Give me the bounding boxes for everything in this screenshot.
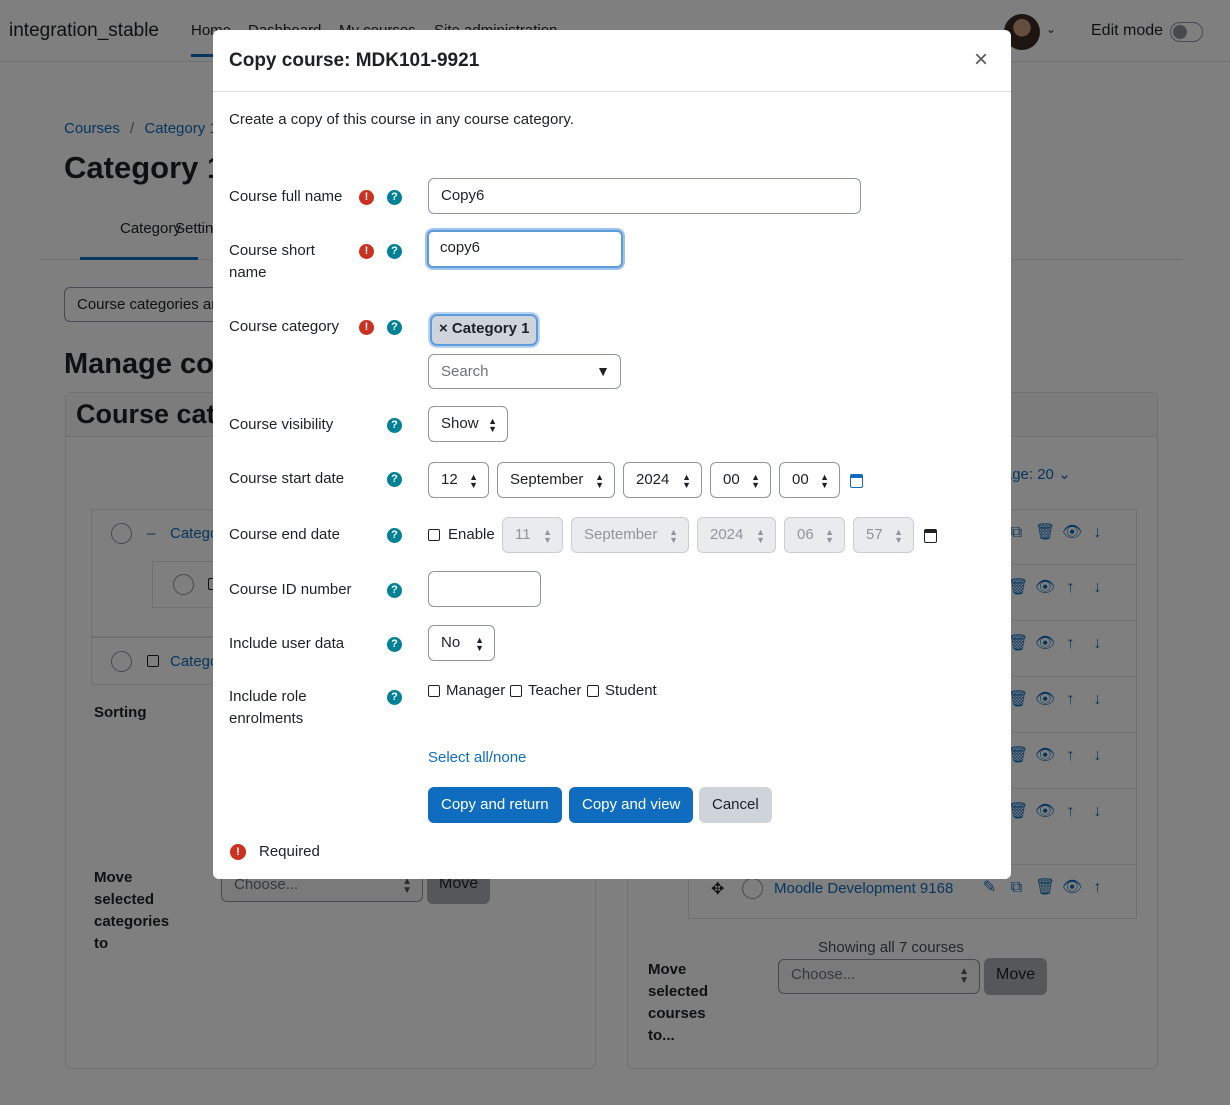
visibility-label: Course visibility <box>229 416 334 433</box>
help-icon[interactable]: ? <box>387 472 402 487</box>
help-icon[interactable]: ? <box>387 190 402 205</box>
cancel-button[interactable]: Cancel <box>699 787 772 823</box>
help-icon[interactable]: ? <box>387 690 402 705</box>
modal-intro: Create a copy of this course in any cour… <box>229 111 574 128</box>
select-arrows-icon: ▲▼ <box>756 527 765 545</box>
userdata-select[interactable]: No ▲ ▼ <box>428 625 495 661</box>
select-arrows-icon: ▲▼ <box>543 527 552 545</box>
select-arrows-icon: ▲▼ <box>488 416 497 434</box>
calendar-icon[interactable] <box>924 529 937 543</box>
start-minute-select[interactable]: 00 ▲ ▼ <box>779 462 840 498</box>
help-icon[interactable]: ? <box>387 418 402 433</box>
idnumber-input[interactable] <box>428 571 541 607</box>
role-student-checkbox[interactable] <box>587 685 599 697</box>
enable-label: Enable <box>448 526 495 543</box>
help-icon[interactable]: ? <box>387 637 402 652</box>
category-search-select[interactable]: Search ▼ <box>428 354 621 389</box>
required-icon: ! <box>359 190 374 205</box>
select-all-none-link[interactable]: Select all/none <box>428 749 526 766</box>
help-icon[interactable]: ? <box>387 320 402 335</box>
copy-and-return-button[interactable]: Copy and return <box>428 787 562 823</box>
selected-category-chip[interactable]: × Category 1 <box>430 314 539 346</box>
roles-label: Include role enrolments <box>229 688 307 727</box>
select-arrows-icon: ▲▼ <box>751 472 760 490</box>
visibility-select[interactable]: Show ▲ ▼ <box>428 406 508 442</box>
required-icon: ! <box>359 244 374 259</box>
required-legend: Required <box>259 843 320 860</box>
dropdown-arrow-icon: ▼ <box>596 363 610 379</box>
help-icon[interactable]: ? <box>387 528 402 543</box>
enable-enddate-checkbox[interactable] <box>428 529 440 541</box>
start-day-select[interactable]: 12 ▲ ▼ <box>428 462 489 498</box>
select-arrows-icon: ▲▼ <box>595 472 604 490</box>
role-teacher-label: Teacher <box>528 682 582 699</box>
select-arrows-icon: ▲▼ <box>894 527 903 545</box>
select-arrows-icon: ▲▼ <box>469 472 478 490</box>
start-month-select[interactable]: September ▲ ▼ <box>497 462 615 498</box>
modal-header: Copy course: MDK101-9921 × <box>213 30 1011 92</box>
role-manager-checkbox[interactable] <box>428 685 440 697</box>
shortname-label: Course short name <box>229 242 315 281</box>
required-icon: ! <box>359 320 374 335</box>
select-arrows-icon: ▲▼ <box>669 527 678 545</box>
end-day-select[interactable]: 11 ▲ ▼ <box>502 517 563 553</box>
category-label: Course category <box>229 318 340 335</box>
end-hour-select[interactable]: 06 ▲ ▼ <box>784 517 845 553</box>
select-arrows-icon: ▲▼ <box>825 527 834 545</box>
start-hour-select[interactable]: 00 ▲ ▼ <box>710 462 771 498</box>
calendar-icon[interactable] <box>850 474 863 488</box>
userdata-label: Include user data <box>229 635 345 652</box>
close-icon[interactable]: × <box>974 48 988 72</box>
role-manager-label: Manager <box>446 682 506 699</box>
end-minute-select[interactable]: 57 ▲ ▼ <box>853 517 914 553</box>
required-icon: ! <box>230 844 246 860</box>
end-year-select[interactable]: 2024 ▲ ▼ <box>697 517 776 553</box>
enddate-label: Course end date <box>229 526 340 543</box>
start-year-select[interactable]: 2024 ▲ ▼ <box>623 462 702 498</box>
help-icon[interactable]: ? <box>387 244 402 259</box>
end-month-select[interactable]: September ▲ ▼ <box>571 517 689 553</box>
fullname-label: Course full name <box>229 188 343 205</box>
select-arrows-icon: ▲▼ <box>820 472 829 490</box>
copy-and-view-button[interactable]: Copy and view <box>569 787 694 823</box>
help-icon[interactable]: ? <box>387 583 402 598</box>
modal-title: Copy course: MDK101-9921 <box>229 50 480 71</box>
idnumber-label: Course ID number <box>229 581 352 598</box>
role-teacher-checkbox[interactable] <box>510 685 522 697</box>
shortname-input[interactable]: copy6 <box>427 230 623 268</box>
copy-course-dialog: Copy course: MDK101-9921 × Create a copy… <box>213 30 1011 879</box>
role-student-label: Student <box>605 682 657 699</box>
select-arrows-icon: ▲▼ <box>475 635 484 653</box>
select-arrows-icon: ▲▼ <box>682 472 691 490</box>
startdate-label: Course start date <box>229 470 345 487</box>
fullname-input[interactable]: Copy6 <box>428 178 861 214</box>
